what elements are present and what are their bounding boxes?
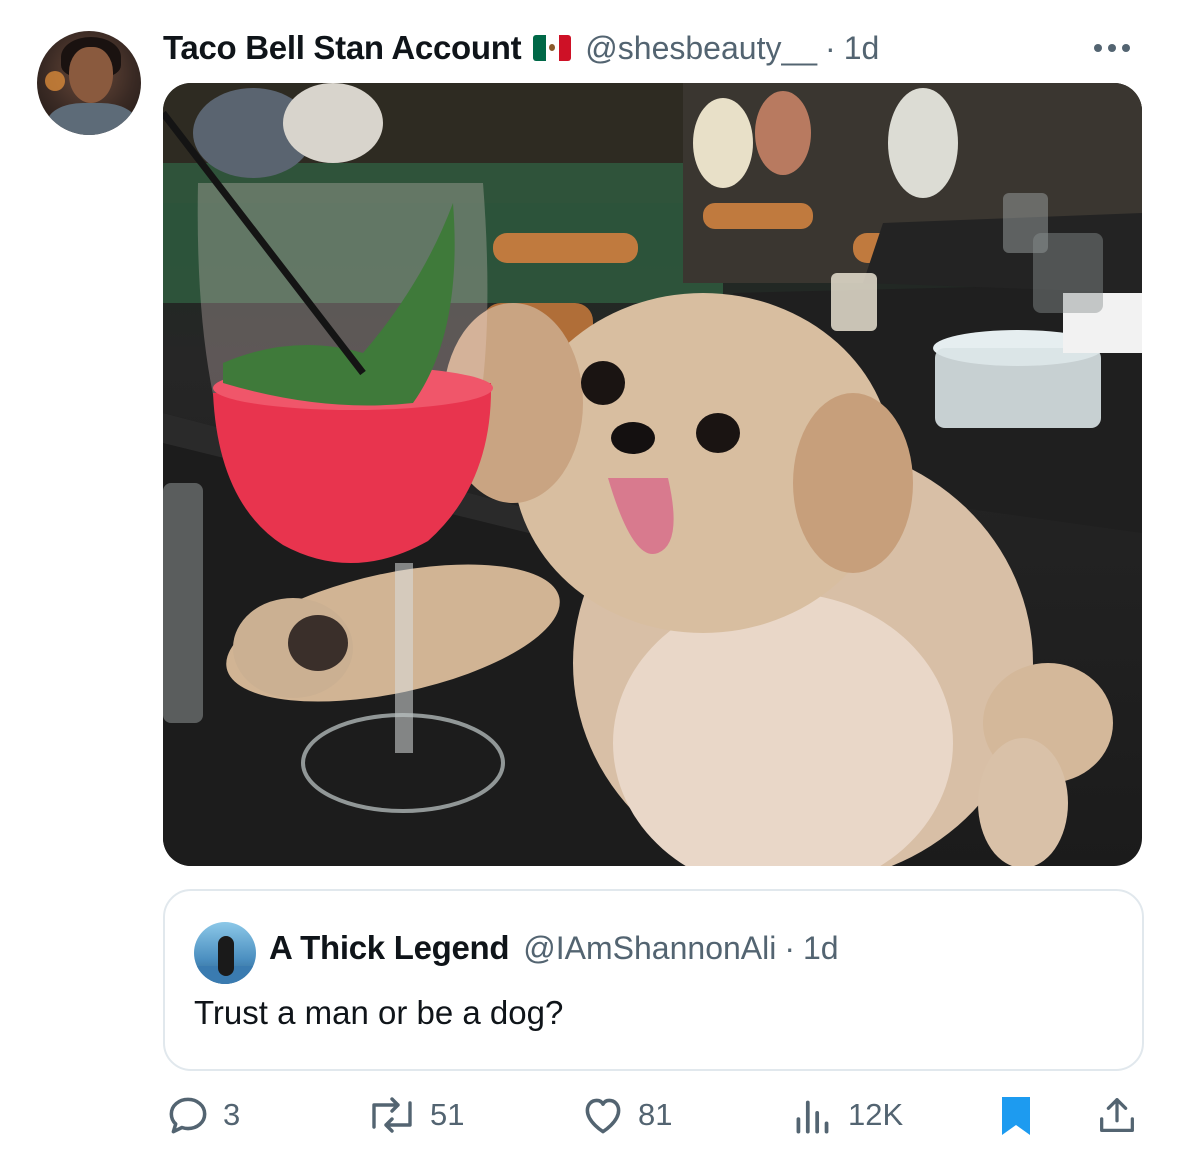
quoted-post-text: Trust a man or be a dog? xyxy=(194,994,564,1031)
repost-button[interactable]: 51 xyxy=(364,1085,464,1145)
avatar-shirt xyxy=(47,103,137,135)
post-time[interactable]: 1d xyxy=(844,30,880,67)
quoted-author-handle[interactable]: @IAmShannonAli xyxy=(523,930,776,967)
quoted-post[interactable]: A Thick Legend @IAmShannonAli · 1d Trust… xyxy=(163,889,1144,1071)
reply-icon xyxy=(169,1097,207,1134)
more-options-icon[interactable] xyxy=(1094,44,1130,52)
views-icon xyxy=(796,1100,829,1134)
share-icon xyxy=(1100,1098,1134,1132)
post-media-photo[interactable] xyxy=(163,83,1142,866)
mexico-flag-icon xyxy=(533,35,572,61)
like-icon xyxy=(585,1098,621,1134)
reply-button[interactable]: 3 xyxy=(163,1085,240,1145)
quoted-post-time[interactable]: 1d xyxy=(803,930,839,967)
like-button[interactable]: 81 xyxy=(578,1085,672,1145)
author-handle[interactable]: @shesbeauty__ xyxy=(585,30,817,67)
author-avatar[interactable] xyxy=(37,31,141,135)
quoted-post-header: A Thick Legend @IAmShannonAli · 1d xyxy=(269,929,839,967)
share-button[interactable] xyxy=(1094,1085,1140,1145)
avatar-background-light xyxy=(45,71,65,91)
avatar-face xyxy=(69,47,113,103)
separator-dot: · xyxy=(784,929,795,966)
repost-icon xyxy=(372,1097,412,1133)
separator-dot: · xyxy=(825,29,836,66)
dog-photo-illustration xyxy=(163,83,1142,866)
quoted-author-name[interactable]: A Thick Legend xyxy=(269,929,510,967)
avatar-figure xyxy=(218,936,234,976)
like-count: 81 xyxy=(638,1097,673,1132)
views-count: 12K xyxy=(848,1097,904,1132)
author-name[interactable]: Taco Bell Stan Account xyxy=(163,29,522,67)
post-header: Taco Bell Stan Account @shesbeauty__ · 1… xyxy=(163,26,879,70)
bookmark-icon xyxy=(1002,1097,1030,1135)
post-action-bar: 3 51 81 12K xyxy=(0,1085,1179,1145)
views-button[interactable]: 12K xyxy=(788,1085,903,1145)
quoted-author-avatar[interactable] xyxy=(194,922,256,984)
reply-count: 3 xyxy=(223,1097,241,1132)
repost-count: 51 xyxy=(430,1097,465,1132)
bookmark-button[interactable] xyxy=(994,1085,1038,1145)
